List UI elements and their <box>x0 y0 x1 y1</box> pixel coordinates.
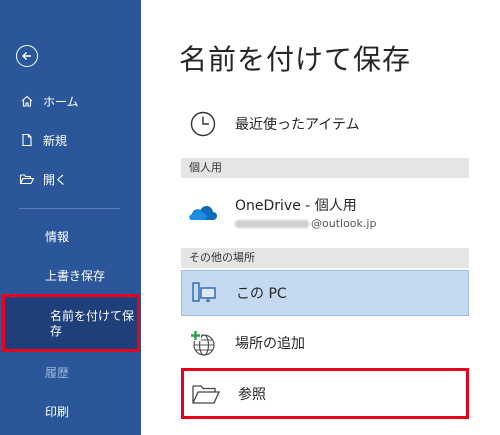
onedrive-personal[interactable]: OneDrive - 個人用 @outlook.jp <box>181 190 469 234</box>
nav-new[interactable]: 新規 <box>0 126 141 154</box>
onedrive-cloud-icon <box>187 196 219 228</box>
folder-icon <box>190 378 222 410</box>
backstage-sidebar: ホーム 新規 開く 情報 上書き保存 名前を付けて保存 履歴 印刷 <box>0 0 141 435</box>
new-document-icon <box>19 132 35 148</box>
clock-icon <box>187 108 219 140</box>
nav-save-as[interactable]: 名前を付けて保存 <box>2 294 140 352</box>
nav-print-label: 印刷 <box>45 404 70 419</box>
browse[interactable]: 参照 <box>181 368 469 419</box>
save-as-panel: 名前を付けて保存 最近使ったアイテム 個人用 OneDrive - 個人用 @o… <box>141 0 500 435</box>
recent-items-label: 最近使ったアイテム <box>235 117 360 133</box>
globe-add-icon <box>187 327 219 359</box>
nav-info-label: 情報 <box>45 229 70 244</box>
nav-open-label: 開く <box>43 172 68 187</box>
onedrive-email: @outlook.jp <box>311 216 377 230</box>
nav-open[interactable]: 開く <box>0 165 141 193</box>
nav-save[interactable]: 上書き保存 <box>0 261 141 289</box>
personal-section-header: 個人用 <box>181 158 469 178</box>
nav-save-label: 上書き保存 <box>45 268 106 283</box>
page-title: 名前を付けて保存 <box>179 43 412 76</box>
add-place-label: 場所の追加 <box>235 336 305 352</box>
redacted-email-user <box>235 219 309 228</box>
onedrive-label: OneDrive - 個人用 <box>235 197 357 214</box>
sidebar-divider <box>19 208 120 209</box>
this-pc-label: この PC <box>236 286 287 302</box>
nav-home[interactable]: ホーム <box>0 87 141 115</box>
nav-home-label: ホーム <box>43 94 79 109</box>
this-pc[interactable]: この PC <box>181 270 469 316</box>
add-place[interactable]: 場所の追加 <box>181 322 469 364</box>
folder-open-icon <box>19 171 35 187</box>
nav-new-label: 新規 <box>43 133 68 148</box>
nav-save-as-label: 名前を付けて保存 <box>50 309 135 338</box>
recent-items[interactable]: 最近使ったアイテム <box>181 107 469 141</box>
home-icon <box>19 93 35 109</box>
nav-print[interactable]: 印刷 <box>0 397 141 425</box>
nav-history-label: 履歴 <box>45 365 70 380</box>
arrow-left-icon <box>22 52 31 60</box>
nav-history[interactable]: 履歴 <box>0 358 141 386</box>
back-button[interactable] <box>16 45 38 67</box>
browse-label: 参照 <box>238 386 266 403</box>
other-locations-header: その他の場所 <box>181 248 469 268</box>
nav-info[interactable]: 情報 <box>0 222 141 250</box>
computer-icon <box>188 277 220 309</box>
